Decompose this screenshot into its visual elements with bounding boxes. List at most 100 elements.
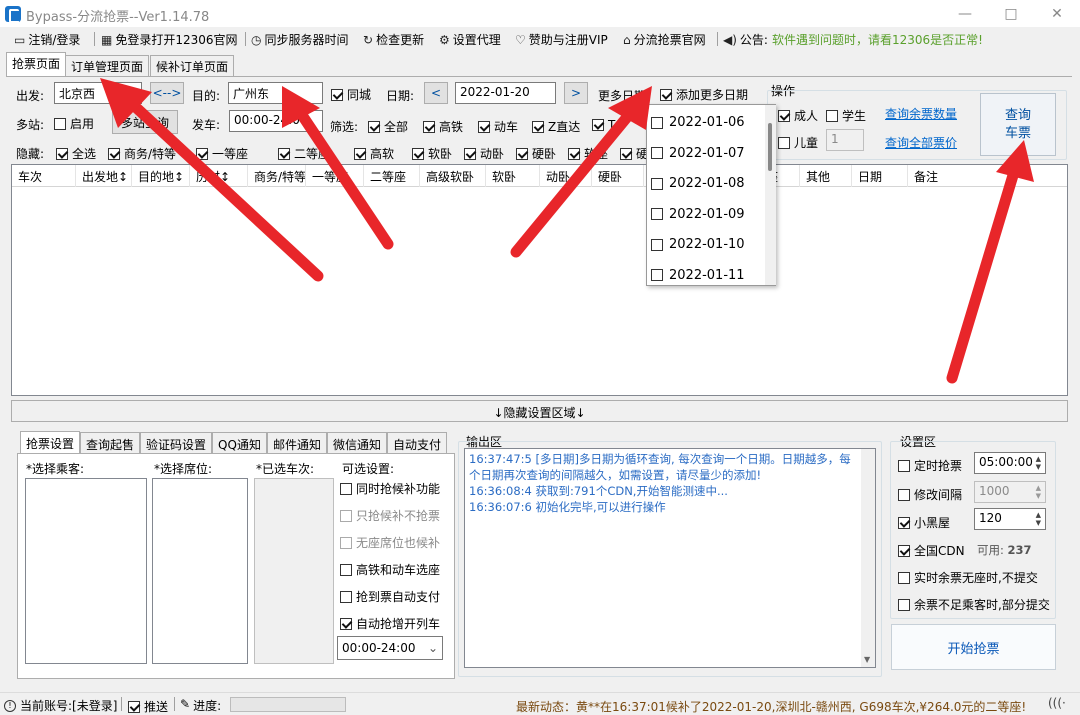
more-date-option[interactable]: 2022-01-06 xyxy=(651,115,745,130)
menu-open-12306[interactable]: ▦ 免登录打开12306官网 xyxy=(101,31,238,48)
prev-date-button[interactable]: < xyxy=(424,82,448,104)
hide-option-checkbox[interactable]: 一等座 xyxy=(196,145,248,161)
bottom-tab[interactable]: 查询起售 xyxy=(80,432,141,454)
grid-column-header[interactable]: 其他 xyxy=(800,165,852,187)
tab-grab-tickets[interactable]: 抢票页面 xyxy=(6,52,67,76)
partial-submit-checkbox[interactable]: 余票不足乘客时,部分提交 xyxy=(898,596,1050,613)
grid-column-header[interactable]: 软卧 xyxy=(486,165,540,187)
tab-waitlist-orders[interactable]: 候补订单页面 xyxy=(150,55,235,76)
bottom-tab[interactable]: 验证码设置 xyxy=(140,432,213,454)
date-input[interactable]: 2022-01-20 xyxy=(455,82,556,104)
hide-option-checkbox[interactable]: 软卧 xyxy=(412,145,452,161)
more-date-option[interactable]: 2022-01-07 xyxy=(651,146,745,161)
tab-order-manage[interactable]: 订单管理页面 xyxy=(65,55,150,76)
grab-option-checkbox[interactable]: 同时抢候补功能 xyxy=(340,480,440,497)
query-tickets-button[interactable]: 查询车票 xyxy=(980,93,1056,156)
grid-column-header[interactable]: 商务/特等 xyxy=(248,165,306,187)
hide-settings-bar[interactable]: ↓隐藏设置区域↓ xyxy=(11,400,1068,422)
child-count-stepper[interactable]: 1 xyxy=(826,129,864,151)
menu-check-update[interactable]: ↻ 检查更新 xyxy=(363,31,424,48)
cdn-checkbox[interactable]: 全国CDN xyxy=(898,542,965,559)
maximize-button[interactable]: □ xyxy=(988,0,1034,28)
bottom-tab[interactable]: 自动支付 xyxy=(386,432,447,454)
modify-interval-checkbox[interactable]: 修改间隔 xyxy=(898,486,962,503)
bottom-tab[interactable]: 邮件通知 xyxy=(266,432,327,454)
hide-option-checkbox[interactable]: 二等座 xyxy=(278,145,330,161)
hide-option-checkbox[interactable]: 硬座 xyxy=(620,145,646,161)
add-more-dates-checkbox[interactable]: 添加更多日期 xyxy=(660,86,748,103)
spin-icon[interactable]: ▲ ▼ xyxy=(1036,455,1041,471)
menu-logout[interactable]: ▭ 注销/登录 xyxy=(14,31,80,48)
ticket-grid[interactable]: 车次出发地↕目的地↕历时↕商务/特等一等座二等座高级软卧软卧动卧硬卧软座硬座无座… xyxy=(11,164,1068,396)
bottom-tab[interactable]: 微信通知 xyxy=(326,432,387,454)
grid-column-header[interactable]: 备注 xyxy=(908,165,1008,187)
swap-stations-button[interactable]: <--> xyxy=(150,82,184,104)
grab-option-checkbox[interactable]: 只抢候补不抢票 xyxy=(340,507,440,524)
hide-option-checkbox[interactable]: 动卧 xyxy=(464,145,504,161)
next-date-button[interactable]: > xyxy=(564,82,588,104)
grid-column-header[interactable]: 一等座 xyxy=(306,165,364,187)
no-submit-checkbox[interactable]: 实时余票无座时,不提交 xyxy=(898,569,1038,586)
multi-station-enable-checkbox[interactable]: 启用 xyxy=(54,115,94,132)
menu-sync-time[interactable]: ◷ 同步服务器时间 xyxy=(251,31,349,48)
start-grab-button[interactable]: 开始抢票 xyxy=(891,624,1056,670)
spin-icon[interactable]: ▲ ▼ xyxy=(1036,484,1041,500)
filter-gaotie-checkbox[interactable]: 高铁 xyxy=(423,118,463,135)
grid-column-header[interactable]: 二等座 xyxy=(364,165,420,187)
hide-option-checkbox[interactable]: 软座 xyxy=(568,145,608,161)
output-area[interactable]: 16:37:47:5 [多日期]多日期为循环查询, 每次查询一个日期。日期越多，… xyxy=(464,448,876,668)
adult-checkbox[interactable]: 成人 xyxy=(778,107,818,124)
bottom-tab[interactable]: 抢票设置 xyxy=(20,431,81,454)
same-city-checkbox[interactable]: 同城 xyxy=(331,86,371,103)
hide-option-checkbox[interactable]: 全选 xyxy=(56,145,96,161)
grab-option-checkbox[interactable]: 无座席位也候补 xyxy=(340,534,440,551)
blackroom-input[interactable]: 120 ▲ ▼ xyxy=(974,508,1046,530)
filter-t-checkbox[interactable]: T xyxy=(592,118,615,132)
grab-option-checkbox[interactable]: 抢到票自动支付 xyxy=(340,588,440,605)
hide-option-checkbox[interactable]: 高软 xyxy=(354,145,394,161)
hide-option-checkbox[interactable]: 商务/特等 xyxy=(108,145,176,161)
grab-option-checkbox[interactable]: 自动抢增开列车 xyxy=(340,615,440,632)
to-station-input[interactable]: 广州东 xyxy=(228,82,323,104)
grid-column-header[interactable]: 硬卧 xyxy=(592,165,644,187)
bottom-tab[interactable]: QQ通知 xyxy=(212,432,267,454)
scrollbar-thumb[interactable] xyxy=(768,123,772,171)
minimize-button[interactable]: — xyxy=(942,0,988,28)
more-date-option[interactable]: 2022-01-08 xyxy=(651,176,745,191)
filter-z-checkbox[interactable]: Z直达 xyxy=(532,118,580,135)
grid-column-header[interactable]: 车次 xyxy=(12,165,76,187)
filter-dongche-checkbox[interactable]: 动车 xyxy=(478,118,518,135)
push-checkbox[interactable]: 推送 xyxy=(128,698,168,715)
query-remaining-link[interactable]: 查询余票数量 xyxy=(885,105,957,122)
more-date-option[interactable]: 2022-01-09 xyxy=(651,207,745,222)
interval-input[interactable]: 1000 ▲ ▼ xyxy=(974,481,1046,503)
hide-option-checkbox[interactable]: 硬卧 xyxy=(516,145,556,161)
timed-grab-input[interactable]: 05:00:00 ▲ ▼ xyxy=(974,452,1046,474)
grid-column-header[interactable]: 日期 xyxy=(852,165,908,187)
filter-all-checkbox[interactable]: 全部 xyxy=(368,118,408,135)
grid-column-header[interactable]: 历时↕ xyxy=(190,165,248,187)
grid-column-header[interactable]: 动卧 xyxy=(540,165,592,187)
output-scrollbar[interactable]: ▼ xyxy=(861,449,875,667)
more-date-option[interactable]: 2022-01-10 xyxy=(651,237,745,252)
multi-station-query-button[interactable]: 多站查询 xyxy=(112,110,178,134)
student-checkbox[interactable]: 学生 xyxy=(826,107,866,124)
menu-vip[interactable]: ♡ 赞助与注册VIP xyxy=(515,31,608,48)
depart-time-select[interactable]: 00:00-24:00 xyxy=(229,110,323,132)
selected-trains-list[interactable] xyxy=(254,478,334,664)
more-date-option[interactable]: 2022-01-11 xyxy=(651,268,745,283)
grab-option-checkbox[interactable]: 高铁和动车选座 xyxy=(340,561,440,578)
timed-grab-checkbox[interactable]: 定时抢票 xyxy=(898,457,962,474)
query-prices-link[interactable]: 查询全部票价 xyxy=(885,134,957,151)
seat-list[interactable] xyxy=(152,478,248,664)
from-station-input[interactable]: 北京西 xyxy=(54,82,142,104)
menu-official[interactable]: ⌂ 分流抢票官网 xyxy=(623,31,706,48)
dropdown-scrollbar[interactable] xyxy=(765,105,776,285)
close-button[interactable]: ✕ xyxy=(1034,0,1080,28)
scroll-down-icon[interactable]: ▼ xyxy=(864,655,870,664)
passenger-list[interactable] xyxy=(25,478,147,664)
spin-icon[interactable]: ▲ ▼ xyxy=(1036,511,1041,527)
grid-column-header[interactable]: 出发地↕ xyxy=(76,165,132,187)
grid-column-header[interactable]: 目的地↕ xyxy=(132,165,190,187)
more-dates-dropdown[interactable]: 2022-01-06 2022-01-07 2022-01-08 2022-01-09… xyxy=(646,104,776,286)
